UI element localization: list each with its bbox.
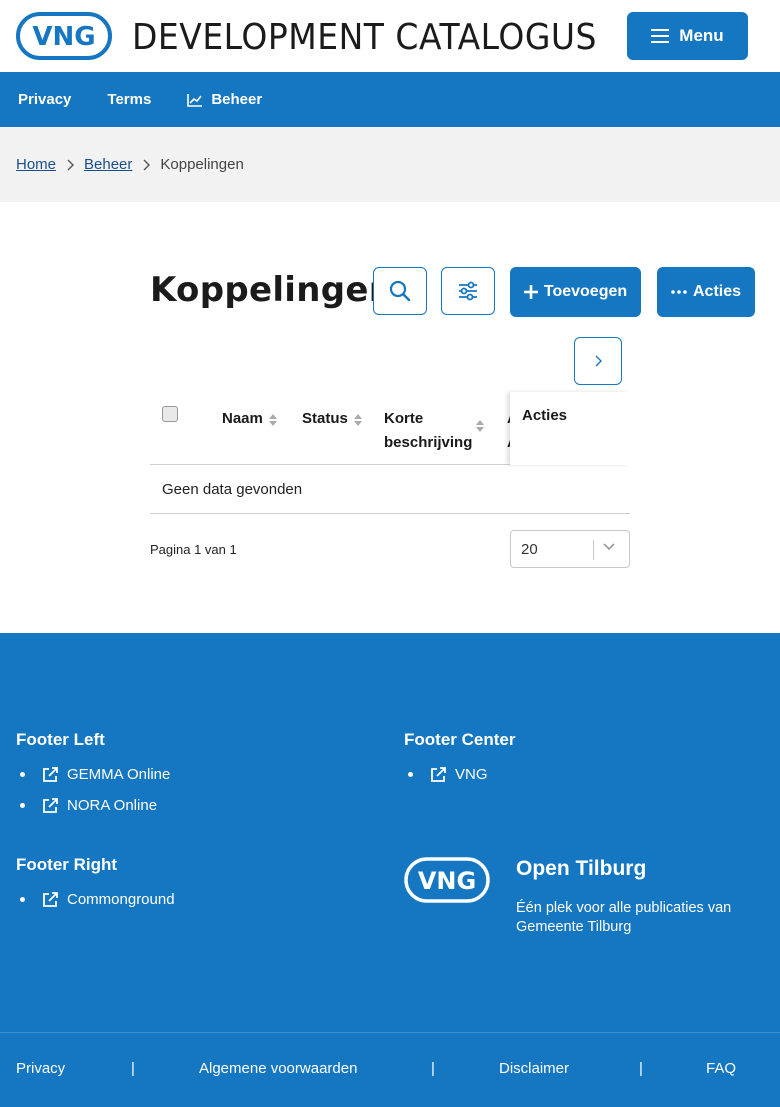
chevron-right-icon [595, 355, 602, 367]
search-button[interactable] [373, 267, 427, 315]
site-header: VNG DEVELOPMENT CATALOGUS Menu [0, 0, 780, 72]
actions-button[interactable]: Acties [657, 267, 755, 317]
external-link-icon [41, 891, 59, 909]
chevron-right-icon [66, 159, 75, 171]
nav-item-privacy[interactable]: Privacy [18, 91, 71, 108]
bottom-separator: | [431, 1060, 435, 1077]
add-button-label: Toevoegen [543, 283, 628, 300]
column-label: Status [302, 410, 348, 427]
bottom-link-privacy[interactable]: Privacy [16, 1060, 65, 1077]
sort-icon [268, 414, 277, 426]
footer-right-title: Footer Right [16, 855, 118, 874]
breadcrumb: Home Beheer Koppelingen [0, 127, 780, 202]
footer-brand-title: Open Tilburg [516, 857, 647, 880]
breadcrumb-current: Koppelingen [160, 156, 244, 173]
column-header-naam[interactable]: Naam [222, 407, 277, 431]
select-divider [593, 540, 594, 560]
pagination-text: Pagina 1 van 1 [150, 542, 237, 557]
ellipsis-icon [671, 290, 687, 294]
footer-link-label: NORA Online [67, 797, 158, 814]
divider [0, 1032, 780, 1033]
nav-item-beheer-label: Beheer [211, 91, 263, 108]
main-nav: Privacy Terms Beheer [0, 72, 780, 127]
external-link-icon [41, 797, 59, 815]
add-button[interactable]: Toevoegen [510, 267, 641, 317]
column-label: Korte beschrijving [384, 410, 473, 451]
footer-right-links: Commonground [16, 884, 175, 915]
nav-item-beheer[interactable]: Beheer [187, 91, 262, 108]
breadcrumb-home[interactable]: Home [16, 156, 56, 173]
bullet [408, 772, 413, 777]
search-icon [389, 280, 411, 302]
vng-logo[interactable]: VNG [16, 11, 112, 61]
filter-button[interactable] [441, 267, 495, 315]
bullet [20, 897, 25, 902]
site-footer: Footer Left GEMMA Online NORA Online Foo… [0, 633, 780, 1032]
column-header-korte-beschrijving[interactable]: Korte beschrijving [384, 407, 488, 455]
scroll-right-button[interactable] [574, 337, 622, 385]
column-header-acties: Acties [510, 392, 630, 465]
empty-state-row: Geen data gevonden [150, 465, 630, 514]
svg-text:VNG: VNG [418, 867, 476, 895]
bullet [20, 803, 25, 808]
chart-line-icon [187, 93, 203, 107]
footer-left-links: GEMMA Online NORA Online [16, 759, 170, 821]
footer-link-commonground[interactable]: Commonground [16, 884, 175, 915]
footer-link-gemma[interactable]: GEMMA Online [16, 759, 170, 790]
page-title: Koppelingen [150, 270, 394, 310]
footer-link-label: GEMMA Online [67, 766, 171, 783]
breadcrumb-beheer[interactable]: Beheer [84, 156, 132, 173]
actions-button-label: Acties [692, 283, 742, 300]
pagination: Pagina 1 van 1 20 [150, 514, 630, 584]
bullet [20, 772, 25, 777]
site-title: DEVELOPMENT CATALOGUS [132, 14, 598, 58]
footer-link-label: VNG [455, 766, 488, 783]
table-header: Naam Status Korte beschrijving A A Actie… [150, 392, 630, 465]
menu-button[interactable]: Menu [627, 12, 748, 60]
external-link-icon [429, 766, 447, 784]
hamburger-icon [651, 29, 670, 43]
footer-center-links: VNG [404, 759, 488, 790]
footer-left-title: Footer Left [16, 730, 105, 749]
footer-center-title: Footer Center [404, 730, 516, 749]
footer-link-vng[interactable]: VNG [404, 759, 488, 790]
footer-brand-subtitle: Één plek voor alle publicaties van Gemee… [516, 900, 732, 935]
sort-icon [476, 420, 484, 432]
chevron-down-icon [603, 543, 615, 551]
footer-link-label: Commonground [67, 891, 175, 908]
bottom-link-voorwaarden[interactable]: Algemene voorwaarden [199, 1060, 357, 1077]
column-label: Naam [222, 410, 263, 427]
select-all-checkbox[interactable] [162, 406, 178, 422]
menu-label: Menu [679, 26, 724, 45]
column-header-status[interactable]: Status [302, 407, 362, 431]
page-size-value: 20 [521, 540, 538, 558]
footer-bottom-bar: Privacy | Algemene voorwaarden | Disclai… [0, 1032, 780, 1107]
nav-item-terms[interactable]: Terms [107, 91, 151, 108]
sort-icon [353, 414, 362, 426]
main-content: Koppelingen Toevoegen Acties Naam Status [0, 202, 780, 633]
sliders-icon [459, 281, 477, 301]
bottom-link-faq[interactable]: FAQ [706, 1060, 736, 1077]
empty-state-text: Geen data gevonden [162, 480, 303, 498]
page-size-select[interactable]: 20 [510, 530, 630, 568]
external-link-icon [41, 766, 59, 784]
bottom-link-disclaimer[interactable]: Disclaimer [499, 1060, 569, 1077]
chevron-right-icon [142, 159, 151, 171]
bottom-separator: | [639, 1060, 643, 1077]
bottom-separator: | [131, 1060, 135, 1077]
data-table: Naam Status Korte beschrijving A A Actie… [150, 392, 630, 584]
plus-icon [523, 285, 538, 299]
svg-text:VNG: VNG [32, 22, 95, 52]
footer-link-nora[interactable]: NORA Online [16, 790, 170, 821]
column-label: Acties [522, 407, 568, 424]
footer-vng-logo[interactable]: VNG [404, 857, 490, 908]
